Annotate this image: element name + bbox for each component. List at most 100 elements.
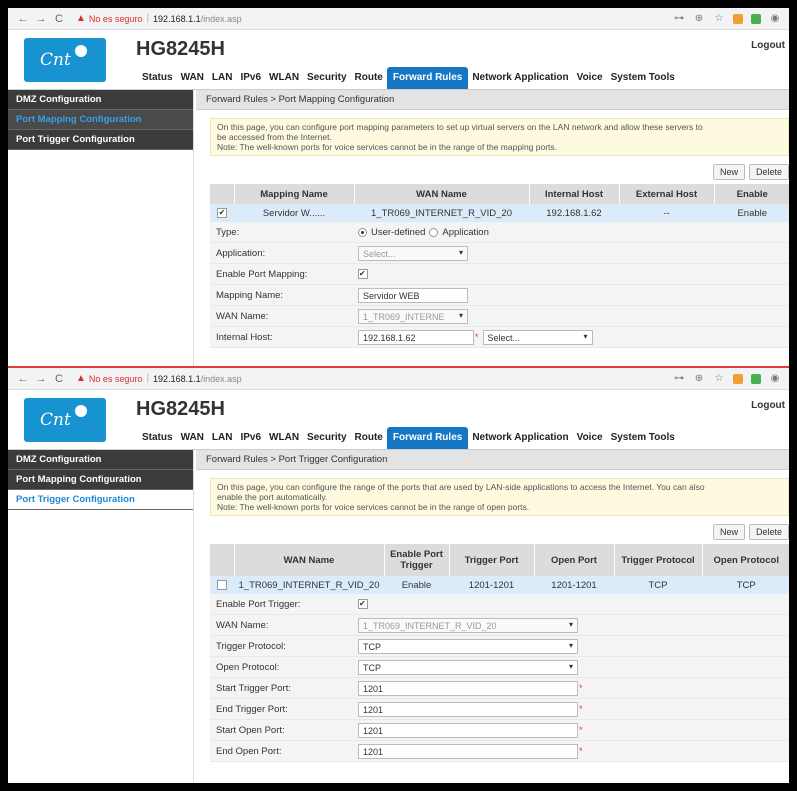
start-trigger-port-label: Start Trigger Port: xyxy=(216,682,291,694)
reload-icon[interactable]: C xyxy=(52,373,66,385)
wan-name-select[interactable]: 1_TR069_INTERNE ▾ xyxy=(358,308,468,324)
main-menu: Status WAN LAN IPv6 WLAN Security Route … xyxy=(138,67,679,89)
insecure-label[interactable]: No es seguro xyxy=(89,14,143,24)
insecure-label[interactable]: No es seguro xyxy=(89,374,143,384)
logout-link[interactable]: Logout xyxy=(751,40,785,51)
form-row-wan-name: WAN Name: 1_TR069_INTERNE ▾ xyxy=(210,306,789,327)
col-mapping-name: Mapping Name xyxy=(234,184,355,204)
zoom-icon[interactable]: ⊕ xyxy=(693,373,705,384)
menu-lan[interactable]: LAN xyxy=(208,427,237,449)
forward-icon[interactable]: → xyxy=(34,13,48,25)
url-separator: | xyxy=(146,373,150,384)
user-defined-radio[interactable] xyxy=(358,227,367,237)
menu-voice[interactable]: Voice xyxy=(573,427,607,449)
trigger-protocol-select[interactable]: TCP ▾ xyxy=(358,638,578,654)
browser-toolbar: ← → C ▲ No es seguro | 192.168.1.1/index… xyxy=(8,368,789,390)
start-trigger-port-input[interactable]: 1201 xyxy=(358,680,578,696)
star-icon[interactable]: ☆ xyxy=(713,13,725,24)
menu-status[interactable]: Status xyxy=(138,67,177,89)
col-internal-host: Internal Host xyxy=(529,184,620,204)
application-select-value: Select... xyxy=(363,248,396,259)
menu-forward-rules[interactable]: Forward Rules xyxy=(386,427,469,449)
start-open-port-input[interactable]: 1201 xyxy=(358,722,578,738)
new-button[interactable]: New xyxy=(712,164,745,180)
end-open-port-input[interactable]: 1201 xyxy=(358,743,578,759)
sidebar-item-port-trigger[interactable]: Port Trigger Configuration xyxy=(8,130,193,150)
menu-system-tools[interactable]: System Tools xyxy=(607,427,679,449)
menu-security[interactable]: Security xyxy=(303,67,350,89)
menu-wan[interactable]: WAN xyxy=(177,427,208,449)
chevron-down-icon: ▾ xyxy=(583,331,588,341)
cell-wan-name: 1_TR069_INTERNET_R_VID_20 xyxy=(354,204,529,222)
new-button[interactable]: New xyxy=(712,524,745,540)
enable-mapping-checkbox[interactable]: ✔ xyxy=(358,269,368,279)
wan-name-select[interactable]: 1_TR069_INTERNET_R_VID_20 ▾ xyxy=(358,617,578,633)
cell-trigger-protocol: TCP xyxy=(614,576,702,594)
mapping-name-input[interactable]: Servidor WEB xyxy=(358,287,468,303)
back-icon[interactable]: ← xyxy=(16,373,30,385)
menu-wan[interactable]: WAN xyxy=(177,67,208,89)
device-model: HG8245H xyxy=(136,38,225,60)
menu-wlan[interactable]: WLAN xyxy=(265,67,303,89)
warning-icon[interactable]: ▲ xyxy=(76,13,86,24)
notice-line: On this page, you can configure port map… xyxy=(217,122,703,132)
profile-icon[interactable]: ◉ xyxy=(769,373,781,384)
menu-lan[interactable]: LAN xyxy=(208,67,237,89)
end-trigger-port-input[interactable]: 1201 xyxy=(358,701,578,717)
delete-button[interactable]: Delete xyxy=(748,164,789,180)
enable-trigger-checkbox[interactable]: ✔ xyxy=(358,599,368,609)
menu-security[interactable]: Security xyxy=(303,427,350,449)
back-icon[interactable]: ← xyxy=(16,13,30,25)
screenshot-frame: ← → C ▲ No es seguro | 192.168.1.1/index… xyxy=(8,8,789,783)
open-protocol-select[interactable]: TCP ▾ xyxy=(358,659,578,675)
logout-link[interactable]: Logout xyxy=(751,400,785,411)
internal-host-input[interactable]: 192.168.1.62 xyxy=(358,329,474,345)
row-checkbox[interactable]: ✔ xyxy=(217,207,227,218)
extension-green-icon[interactable] xyxy=(751,373,761,384)
user-defined-label: User-defined xyxy=(371,226,426,238)
table-row[interactable]: ✔ Servidor W...... 1_TR069_INTERNET_R_VI… xyxy=(210,204,789,222)
key-icon[interactable]: ⊶ xyxy=(673,373,685,384)
sidebar-item-dmz[interactable]: DMZ Configuration xyxy=(8,90,193,110)
menu-network-application[interactable]: Network Application xyxy=(468,427,572,449)
extension-icon[interactable] xyxy=(733,373,743,384)
menu-wlan[interactable]: WLAN xyxy=(265,427,303,449)
warning-icon[interactable]: ▲ xyxy=(76,373,86,384)
table-row[interactable]: 1_TR069_INTERNET_R_VID_20 Enable 1201-12… xyxy=(210,576,789,594)
sidebar-item-dmz[interactable]: DMZ Configuration xyxy=(8,450,193,470)
address-bar[interactable]: 192.168.1.1/index.asp xyxy=(153,14,242,24)
profile-icon[interactable]: ◉ xyxy=(769,13,781,24)
extension-green-icon[interactable] xyxy=(751,13,761,24)
menu-route[interactable]: Route xyxy=(351,427,387,449)
sidebar-item-port-mapping[interactable]: Port Mapping Configuration xyxy=(8,110,193,130)
sidebar-item-port-trigger[interactable]: Port Trigger Configuration xyxy=(8,490,193,510)
forward-icon[interactable]: → xyxy=(34,373,48,385)
delete-button[interactable]: Delete xyxy=(748,524,789,540)
menu-ipv6[interactable]: IPv6 xyxy=(236,67,265,89)
menu-ipv6[interactable]: IPv6 xyxy=(236,427,265,449)
menu-network-application[interactable]: Network Application xyxy=(468,67,572,89)
menu-status[interactable]: Status xyxy=(138,427,177,449)
menu-system-tools[interactable]: System Tools xyxy=(607,67,679,89)
required-marker: * xyxy=(579,725,583,735)
application-value: Select... ▾ xyxy=(358,245,789,261)
browser-toolbar: ← → C ▲ No es seguro | 192.168.1.1/index… xyxy=(8,8,789,30)
zoom-icon[interactable]: ⊕ xyxy=(693,13,705,24)
cnt-logo: Cnt xyxy=(24,398,106,442)
application-select[interactable]: Select... ▾ xyxy=(358,245,468,261)
reload-icon[interactable]: C xyxy=(52,13,66,25)
internal-host-select[interactable]: Select... ▾ xyxy=(482,329,593,345)
menu-route[interactable]: Route xyxy=(351,67,387,89)
menu-forward-rules[interactable]: Forward Rules xyxy=(386,67,469,89)
main-panel: Forward Rules > Port Mapping Configurati… xyxy=(196,90,789,366)
menu-voice[interactable]: Voice xyxy=(573,67,607,89)
star-icon[interactable]: ☆ xyxy=(713,373,725,384)
row-checkbox[interactable] xyxy=(217,579,227,590)
application-radio[interactable] xyxy=(429,227,439,237)
router-header: Cnt HG8245H Logout Status WAN LAN IPv6 W… xyxy=(8,30,789,90)
sidebar-item-port-mapping[interactable]: Port Mapping Configuration xyxy=(8,470,193,490)
cell-wan-name: 1_TR069_INTERNET_R_VID_20 xyxy=(234,576,384,594)
address-bar[interactable]: 192.168.1.1/index.asp xyxy=(153,374,242,384)
extension-icon[interactable] xyxy=(733,13,743,24)
key-icon[interactable]: ⊶ xyxy=(673,13,685,24)
